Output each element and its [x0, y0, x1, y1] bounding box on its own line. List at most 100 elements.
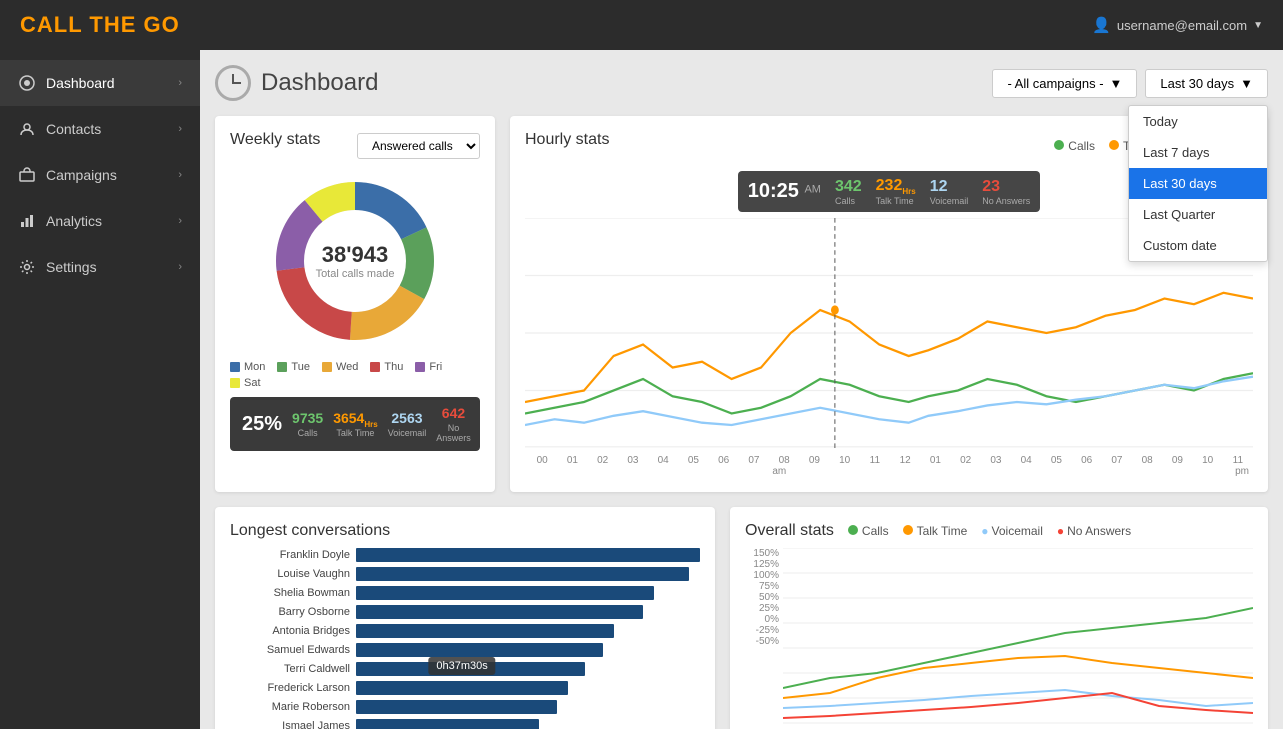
tt-calls-label: Calls [835, 196, 862, 206]
overall-legend: Calls Talk Time ●Voicemail ●No Answers [848, 524, 1131, 538]
legend-wed-label: Wed [336, 361, 358, 373]
weekly-header: Weekly stats Answered calls All calls [230, 131, 480, 161]
bar-fill [356, 586, 654, 600]
overall-y-axis: 150% 125% 100% 75% 50% 25% 0% -25% -50% [745, 548, 783, 647]
y-75: 75% [745, 581, 779, 592]
longest-title: Longest conversations [230, 522, 390, 539]
campaigns-dropdown[interactable]: - All campaigns - ▼ [992, 69, 1137, 98]
bar-name: Samuel Edwards [230, 644, 350, 656]
x-06pm: 06 [1072, 455, 1102, 466]
bar-name: Marie Roberson [230, 701, 350, 713]
stat-talktime-val: 3654Hrs [333, 410, 378, 426]
y-25: 25% [745, 603, 779, 614]
date-dropdown[interactable]: Last 30 days ▼ [1145, 69, 1268, 98]
stat-talktime: 3654Hrs Talk Time [333, 410, 378, 439]
bar-fill [356, 624, 614, 638]
hourly-x-axis-labels: am pm [525, 466, 1253, 477]
sidebar-item-analytics[interactable]: Analytics › [0, 198, 200, 244]
tt-talktime-label: Talk Time [876, 196, 916, 206]
date-option-30days[interactable]: Last 30 days [1129, 168, 1267, 199]
dashboard-icon [18, 74, 36, 92]
bar-bg [356, 700, 700, 714]
legend-thu-dot [370, 362, 380, 372]
overall-chart-area: 19Jun 22Jun 25Jun 28Jun 31Jun 03Jul 06Ju… [783, 548, 1253, 729]
stat-voicemail: 2563 Voicemail [388, 410, 427, 438]
bar-bg [356, 605, 700, 619]
y-0: 0% [745, 614, 779, 625]
dropdown-arrow: ▼ [1253, 20, 1263, 31]
sidebar-label-settings: Settings [46, 259, 97, 275]
ol-calls: Calls [848, 524, 889, 538]
donut-total: 38'943 [316, 242, 395, 268]
tt-noanswers-block: 23 No Answers [982, 178, 1030, 206]
date-option-today[interactable]: Today [1129, 106, 1267, 137]
bar-row: Samuel Edwards [230, 643, 700, 657]
sidebar-item-dashboard[interactable]: Dashboard › [0, 60, 200, 106]
x-06am: 06 [709, 455, 739, 466]
ol-calls-dot [848, 525, 858, 535]
username: username@email.com [1117, 18, 1247, 33]
overall-chart-wrapper: 150% 125% 100% 75% 50% 25% 0% -25% -50% [745, 548, 1253, 729]
y-125: 125% [745, 559, 779, 570]
weekly-filter-dropdown[interactable]: Answered calls All calls [357, 133, 480, 159]
bar-row: Franklin Doyle [230, 548, 700, 562]
main-layout: Dashboard › Contacts › Campaigns › [0, 50, 1283, 729]
legend-fri-dot [415, 362, 425, 372]
bar-name: Franklin Doyle [230, 549, 350, 561]
date-dropdown-arrow: ▼ [1240, 76, 1253, 91]
tt-unit: Hrs [364, 419, 377, 428]
stat-voicemail-label: Voicemail [388, 428, 427, 438]
chevron-right-icon: › [178, 261, 182, 273]
ol-voicemail-dot: ● [981, 524, 988, 538]
sidebar-item-settings[interactable]: Settings › [0, 244, 200, 290]
bottom-grid: Longest conversations Franklin DoyleLoui… [215, 507, 1268, 729]
bar-fill: 0h37m30s [356, 681, 568, 695]
bar-bg [356, 643, 700, 657]
bar-row: Shelia Bowman [230, 586, 700, 600]
tt-voicemail-label: Voicemail [930, 196, 969, 206]
bar-bg [356, 719, 700, 729]
tt-num: 3654 [333, 410, 364, 426]
chevron-right-icon: › [178, 215, 182, 227]
date-option-quarter[interactable]: Last Quarter [1129, 199, 1267, 230]
x-10pm: 10 [1193, 455, 1223, 466]
bar-bg [356, 662, 700, 676]
tt-tt-unit: Hrs [902, 187, 915, 196]
bar-fill [356, 605, 643, 619]
y-50: 50% [745, 592, 779, 603]
x-05pm: 05 [1041, 455, 1071, 466]
sidebar-label-campaigns: Campaigns [46, 167, 117, 183]
y-n25: -25% [745, 625, 779, 636]
date-option-custom[interactable]: Custom date [1129, 230, 1267, 261]
y-n50: -50% [745, 636, 779, 647]
legend-calls: Calls [1054, 139, 1095, 153]
legend-tue-label: Tue [291, 361, 310, 373]
x-10am: 10 [830, 455, 860, 466]
date-option-7days[interactable]: Last 7 days [1129, 137, 1267, 168]
legend-fri: Fri [415, 361, 442, 373]
bar-row: Ismael James [230, 719, 700, 729]
date-dropdown-container: Last 30 days ▼ Today Last 7 days Last 30… [1145, 69, 1268, 98]
bar-row: Terri Caldwell [230, 662, 700, 676]
sidebar-item-campaigns[interactable]: Campaigns › [0, 152, 200, 198]
chevron-right-icon: › [178, 123, 182, 135]
weekly-stat-bar: 25% 9735 Calls 3654Hrs Talk Time 2563 Vo… [230, 397, 480, 451]
legend-mon: Mon [230, 361, 265, 373]
sidebar-item-contacts[interactable]: Contacts › [0, 106, 200, 152]
x-11pm: 11 [1223, 455, 1253, 466]
bar-bg: 0h37m30s [356, 681, 700, 695]
donut-label: Total calls made [316, 268, 395, 280]
bar-row: Barry Osborne [230, 605, 700, 619]
bar-fill [356, 548, 700, 562]
ol-noanswers: ●No Answers [1057, 524, 1131, 538]
settings-icon [18, 258, 36, 276]
stat-noanswer-val: 642 [442, 405, 465, 421]
chevron-right-icon: › [178, 77, 182, 89]
bar-name: Terri Caldwell [230, 663, 350, 675]
legend-wed-dot [322, 362, 332, 372]
date-dropdown-label: Last 30 days [1160, 76, 1234, 91]
x-03am: 03 [618, 455, 648, 466]
bar-row: Antonia Bridges [230, 624, 700, 638]
page-title-area: Dashboard [215, 65, 378, 101]
analytics-icon [18, 212, 36, 230]
